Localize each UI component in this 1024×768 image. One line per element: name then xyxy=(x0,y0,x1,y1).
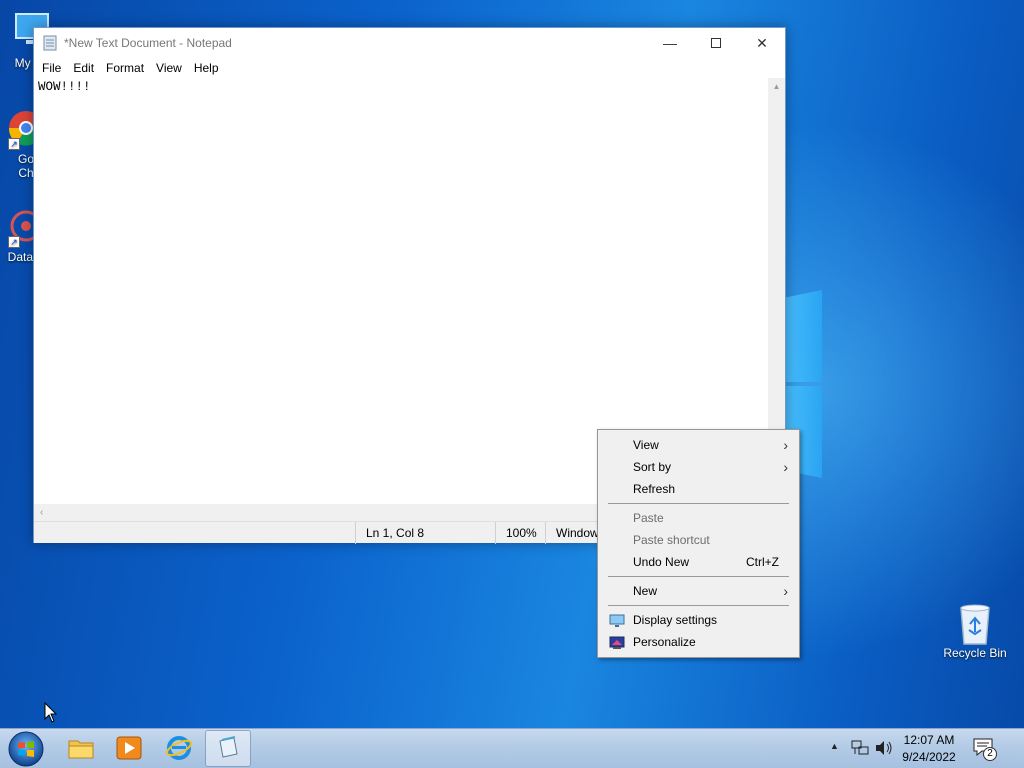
menu-view[interactable]: View xyxy=(150,61,188,75)
menu-item-new[interactable]: New › xyxy=(599,580,798,602)
context-menu: View › Sort by › Refresh Paste Paste sho… xyxy=(597,429,800,658)
menu-item-label: Sort by xyxy=(633,460,672,474)
taskbar-internet-explorer[interactable] xyxy=(156,729,202,768)
menu-format[interactable]: Format xyxy=(100,61,150,75)
maximize-button[interactable] xyxy=(693,28,739,58)
status-zoom: 100% xyxy=(495,522,545,544)
menu-bar: File Edit Format View Help xyxy=(34,58,785,78)
menu-item-refresh[interactable]: Refresh xyxy=(599,478,798,500)
desktop[interactable]: My Co ↗ Go Ch ↗ DataW Recycle Bin *New T… xyxy=(0,0,1024,728)
status-position: Ln 1, Col 8 xyxy=(355,522,495,544)
mouse-cursor-icon xyxy=(44,701,58,724)
start-button[interactable] xyxy=(6,730,46,768)
file-explorer-icon xyxy=(68,737,94,762)
clock-time: 12:07 AM xyxy=(903,733,955,747)
menu-item-paste-shortcut[interactable]: Paste shortcut xyxy=(599,529,798,551)
action-center-button[interactable]: 2 xyxy=(972,737,998,761)
chevron-right-icon: › xyxy=(783,437,788,453)
menu-item-personalize[interactable]: Personalize xyxy=(599,631,798,653)
notification-count-badge: 2 xyxy=(983,747,997,761)
scroll-up-icon[interactable]: ▲ xyxy=(768,78,785,91)
clock-date: 9/24/2022 xyxy=(902,750,956,764)
status-line-ending: Window xyxy=(545,522,605,544)
personalize-icon xyxy=(609,635,625,649)
network-icon[interactable] xyxy=(850,739,870,760)
chevron-right-icon: › xyxy=(783,459,788,475)
title-bar[interactable]: *New Text Document - Notepad — ✕ xyxy=(34,28,785,58)
close-icon: ✕ xyxy=(756,34,768,51)
menu-item-label: Personalize xyxy=(633,635,696,649)
close-button[interactable]: ✕ xyxy=(739,28,785,58)
internet-explorer-icon xyxy=(166,735,192,764)
chevron-right-icon: › xyxy=(783,583,788,599)
minimize-button[interactable]: — xyxy=(647,28,693,58)
taskbar-clock[interactable]: 12:07 AM 9/24/2022 xyxy=(895,732,963,766)
menu-separator xyxy=(608,605,789,606)
menu-item-label: Paste shortcut xyxy=(633,533,710,547)
menu-item-display-settings[interactable]: Display settings xyxy=(599,609,798,631)
scroll-left-icon[interactable]: ‹ xyxy=(34,507,43,518)
menu-item-sort-by[interactable]: Sort by › xyxy=(599,456,798,478)
notepad-icon xyxy=(42,35,58,51)
menu-item-label: View xyxy=(633,438,659,452)
media-player-icon xyxy=(116,736,142,763)
menu-item-view[interactable]: View › xyxy=(599,434,798,456)
menu-edit[interactable]: Edit xyxy=(67,61,100,75)
recycle-bin-icon xyxy=(955,602,995,645)
menu-separator xyxy=(608,576,789,577)
menu-item-label: New xyxy=(633,584,658,598)
menu-item-paste[interactable]: Paste xyxy=(599,507,798,529)
volume-icon[interactable] xyxy=(874,739,894,760)
minimize-icon: — xyxy=(663,35,677,51)
menu-item-label: Undo New xyxy=(633,555,690,569)
taskbar-media-player[interactable] xyxy=(106,729,152,768)
taskbar-file-explorer[interactable] xyxy=(58,729,104,768)
maximize-icon xyxy=(711,38,721,48)
menu-separator xyxy=(608,503,789,504)
taskbar-notepad[interactable] xyxy=(205,730,251,767)
taskbar: ▲ 12:07 AM 9/24/2022 2 xyxy=(0,728,1024,768)
window-title: *New Text Document - Notepad xyxy=(64,36,232,50)
display-settings-icon xyxy=(609,613,625,627)
notepad-icon xyxy=(216,735,240,762)
menu-item-label: Display settings xyxy=(633,613,718,627)
menu-item-undo-new[interactable]: Undo New Ctrl+Z xyxy=(599,551,798,573)
desktop-icon-label: Recycle Bin xyxy=(943,646,1007,660)
desktop-icon-recycle-bin[interactable]: Recycle Bin xyxy=(938,602,1012,660)
menu-item-shortcut: Ctrl+Z xyxy=(746,555,779,569)
menu-file[interactable]: File xyxy=(36,61,67,75)
shortcut-arrow-icon: ↗ xyxy=(8,138,20,150)
menu-help[interactable]: Help xyxy=(188,61,225,75)
shortcut-arrow-icon: ↗ xyxy=(8,236,20,248)
show-hidden-icons-button[interactable]: ▲ xyxy=(830,741,839,751)
menu-item-label: Refresh xyxy=(633,482,676,496)
menu-item-label: Paste xyxy=(633,511,664,525)
